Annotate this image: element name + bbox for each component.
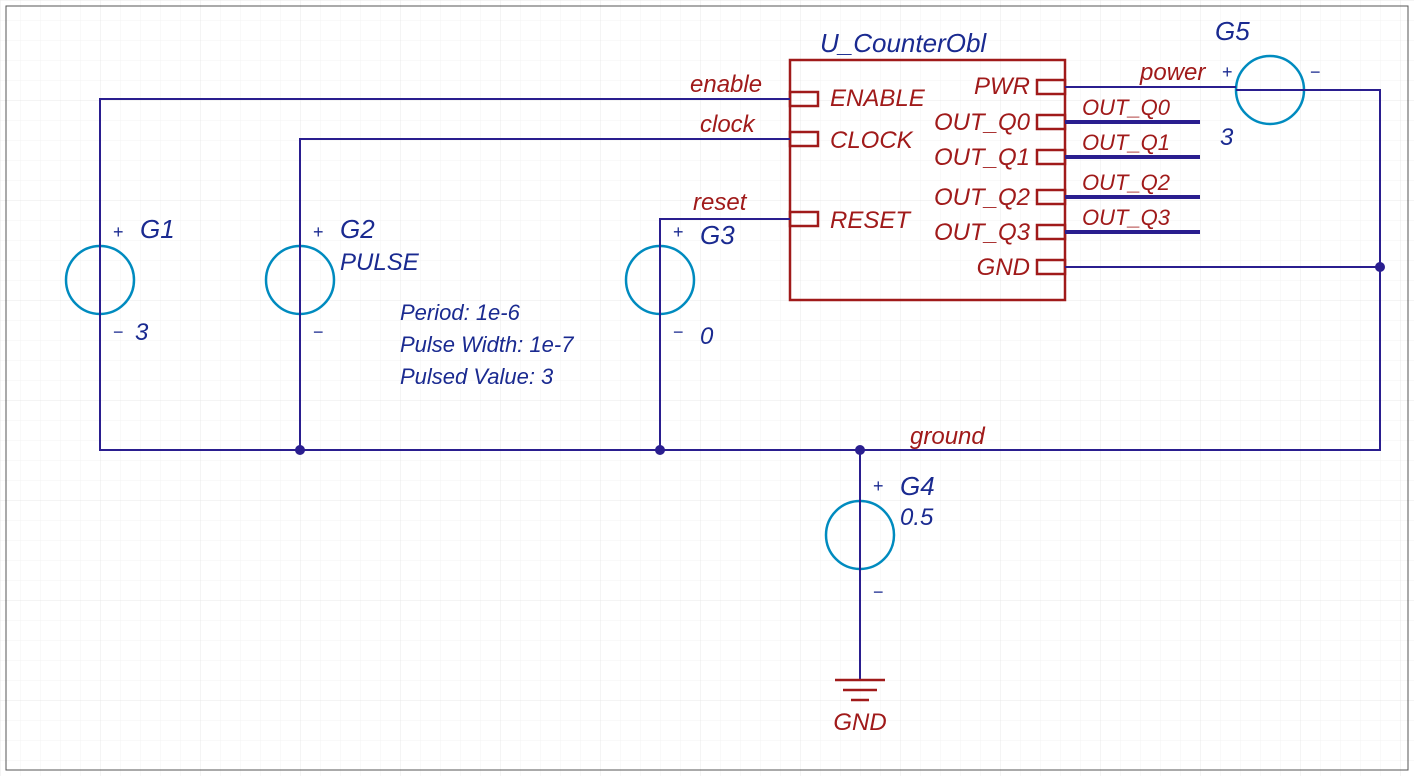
- g3-ref: G3: [700, 220, 735, 250]
- g4-value: 0.5: [900, 504, 934, 531]
- g2-pv: Pulsed Value: 3: [400, 364, 554, 389]
- schematic-canvas[interactable]: U_CounterObl ENABLE CLOCK RESET PWR OUT_…: [0, 0, 1414, 776]
- g4-ref: G4: [900, 471, 935, 501]
- g2-pw: Pulse Width: 1e-7: [400, 332, 574, 357]
- svg-text:−: −: [1310, 62, 1321, 82]
- svg-text:+: +: [673, 222, 684, 242]
- port-gnd-label: GND: [977, 254, 1030, 281]
- svg-text:−: −: [113, 322, 124, 342]
- g3-value: 0: [700, 323, 714, 350]
- g2-period: Period: 1e-6: [400, 300, 521, 325]
- net-reset-label: reset: [693, 189, 748, 216]
- port-outq1-label: OUT_Q1: [934, 144, 1030, 171]
- svg-text:−: −: [673, 322, 684, 342]
- port-reset-label: RESET: [830, 207, 912, 234]
- net-outq3-label: OUT_Q3: [1082, 205, 1171, 230]
- g1-ref: G1: [140, 214, 175, 244]
- g5-value: 3: [1220, 124, 1234, 151]
- g5-ref: G5: [1215, 16, 1250, 46]
- svg-text:+: +: [1222, 62, 1233, 82]
- svg-text:+: +: [873, 476, 884, 496]
- junction-3: [855, 445, 865, 455]
- net-enable-label: enable: [690, 71, 762, 98]
- net-ground-label: ground: [910, 423, 985, 450]
- sheet-name: U_CounterObl: [820, 28, 987, 58]
- port-outq0-label: OUT_Q0: [934, 109, 1031, 136]
- port-outq2-label: OUT_Q2: [934, 184, 1030, 211]
- net-outq2-label: OUT_Q2: [1082, 170, 1170, 195]
- port-clock-label: CLOCK: [830, 127, 914, 154]
- gnd-label: GND: [833, 709, 886, 736]
- junction-2: [655, 445, 665, 455]
- junction-1: [295, 445, 305, 455]
- g2-type: PULSE: [340, 249, 420, 276]
- net-clock-label: clock: [700, 111, 757, 138]
- port-outq3-label: OUT_Q3: [934, 219, 1031, 246]
- port-pwr-label: PWR: [974, 73, 1030, 100]
- net-outq0-label: OUT_Q0: [1082, 95, 1171, 120]
- g2-ref: G2: [340, 214, 375, 244]
- port-enable-label: ENABLE: [830, 85, 926, 112]
- svg-text:−: −: [873, 582, 884, 602]
- svg-text:−: −: [313, 322, 324, 342]
- net-power-label: power: [1139, 59, 1206, 86]
- svg-text:+: +: [113, 222, 124, 242]
- net-outq1-label: OUT_Q1: [1082, 130, 1170, 155]
- svg-text:+: +: [313, 222, 324, 242]
- g1-value: 3: [135, 319, 149, 346]
